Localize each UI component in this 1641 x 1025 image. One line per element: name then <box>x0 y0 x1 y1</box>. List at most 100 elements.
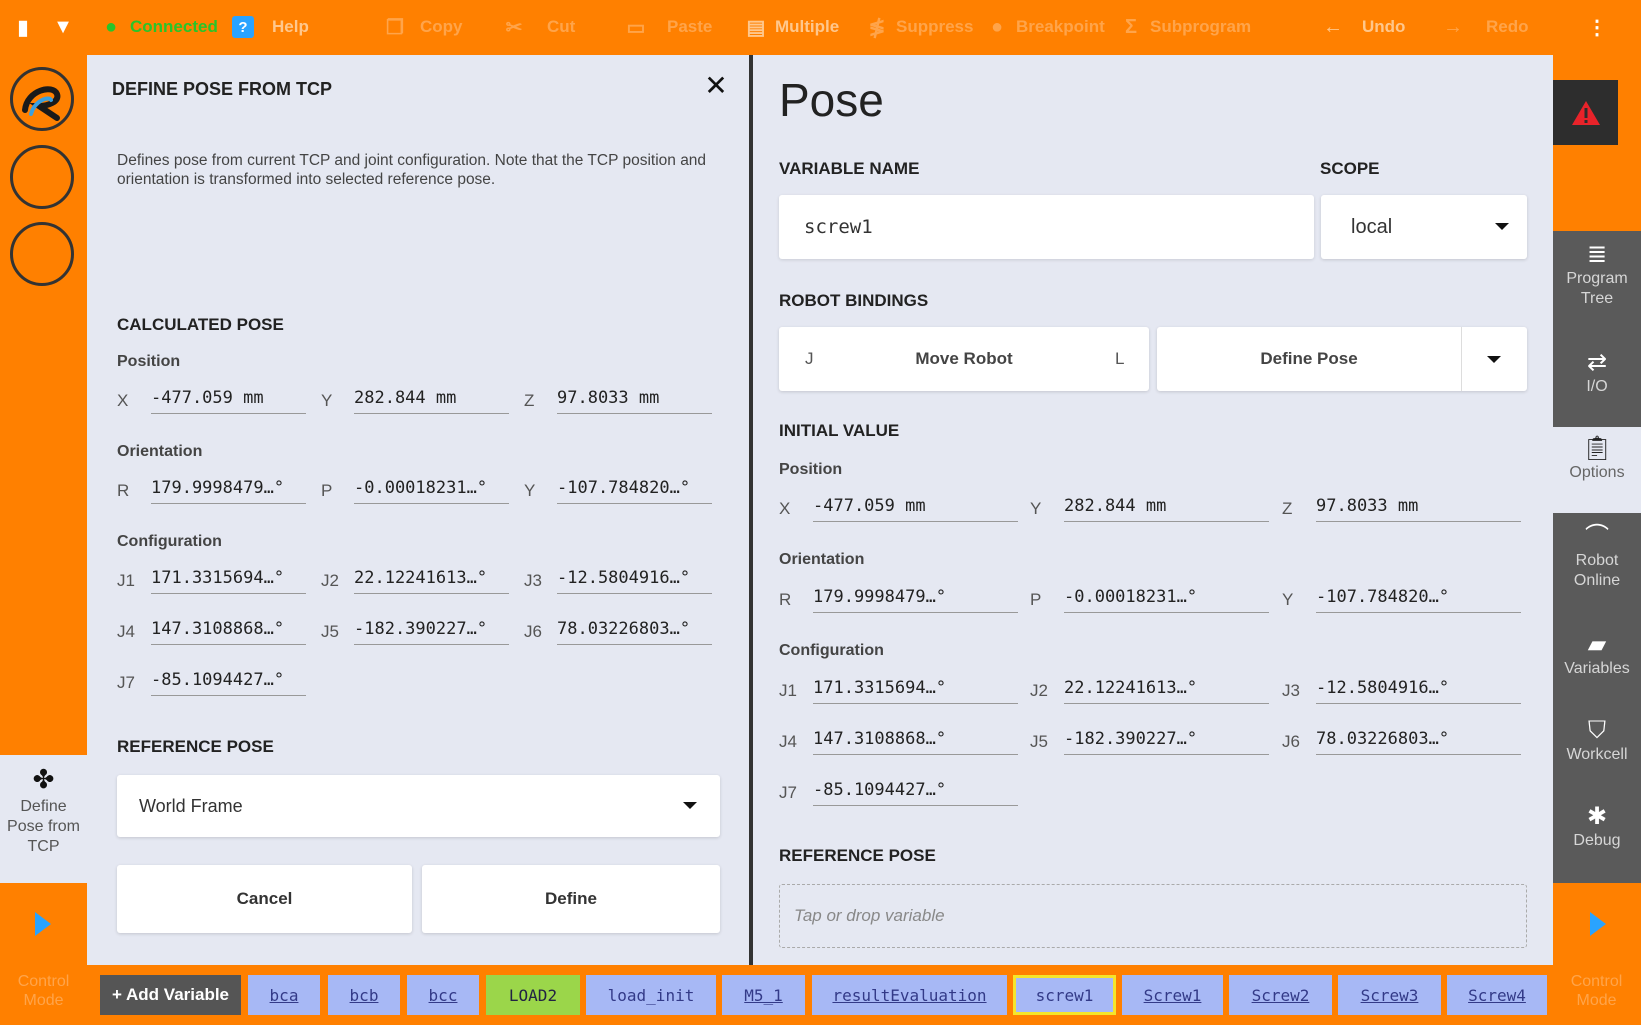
undo-button[interactable]: ← Undo <box>1322 14 1405 40</box>
play-icon-right[interactable] <box>1590 912 1606 936</box>
initial-x-field[interactable]: -477.059 mm <box>813 492 1018 522</box>
variable-chip[interactable]: Screw4 <box>1447 975 1547 1015</box>
help-icon: ? <box>232 16 254 38</box>
help-button[interactable]: ? Help <box>232 14 309 40</box>
control-mode-right[interactable]: Control Mode <box>1553 972 1640 1010</box>
play-icon-left[interactable] <box>35 912 51 936</box>
variable-name-input[interactable]: screw1 <box>779 195 1314 259</box>
variable-chip[interactable]: M5_1 <box>722 975 805 1015</box>
reference-pose-dropzone[interactable]: Tap or drop variable <box>779 884 1527 948</box>
initial-j6-field[interactable]: 78.03226803…° <box>1316 725 1521 755</box>
reference-pose-select[interactable]: World Frame <box>117 775 720 837</box>
position-z-field[interactable]: 97.8033 mm <box>557 384 712 414</box>
define-pose-button[interactable]: Define Pose <box>1157 349 1461 369</box>
orientation-y-field[interactable]: -107.784820…° <box>557 474 712 504</box>
clipboard-icon: ▭ <box>626 16 646 39</box>
initial-j2-field[interactable]: 22.12241613…° <box>1064 674 1269 704</box>
define-button[interactable]: Define <box>422 865 720 933</box>
cut-button[interactable]: ✂ Cut <box>503 14 576 40</box>
io-label: I/O <box>1586 378 1608 395</box>
cancel-button[interactable]: Cancel <box>117 865 412 933</box>
define-pose-from-tcp-nav[interactable]: ✤ Define Pose from TCP <box>0 755 87 883</box>
connection-status[interactable]: ● Connected <box>100 14 218 40</box>
move-robot-button[interactable]: J Move Robot L <box>779 327 1149 391</box>
nav-robot-online[interactable]: ⌒ Robot Online <box>1553 513 1641 623</box>
initial-z-field[interactable]: 97.8033 mm <box>1316 492 1521 522</box>
more-menu-icon[interactable]: ⋮ <box>1586 14 1608 40</box>
field-label: X <box>117 391 129 410</box>
nav-variables[interactable]: ▰ Variables <box>1553 623 1641 709</box>
initial-j3-field[interactable]: -12.5804916…° <box>1316 674 1521 704</box>
logo-icon[interactable] <box>10 67 74 131</box>
initial-y-field[interactable]: 282.844 mm <box>1064 492 1269 522</box>
multiple-label: Multiple <box>775 17 840 36</box>
subprogram-button[interactable]: Σ Subprogram <box>1120 14 1251 40</box>
field-label: Y <box>321 391 333 410</box>
warning-alert-button[interactable] <box>1553 80 1618 145</box>
add-variable-button[interactable]: + Add Variable <box>100 975 241 1015</box>
initial-j7-field[interactable]: -85.1094427…° <box>813 776 1018 806</box>
suppress-button[interactable]: ≸ Suppress <box>866 14 974 40</box>
field-label: J2 <box>1030 681 1048 700</box>
config-j5-field[interactable]: -182.390227…° <box>354 615 509 645</box>
configuration-heading: Configuration <box>779 642 884 659</box>
orientation-p-field[interactable]: -0.00018231…° <box>354 474 509 504</box>
variable-chip[interactable]: bcb <box>328 975 400 1015</box>
variable-chip[interactable]: Screw1 <box>1122 975 1223 1015</box>
orientation-r-field[interactable]: 179.9998479…° <box>151 474 306 504</box>
variable-chip[interactable]: load_init <box>586 975 716 1015</box>
define-pose-dialog: DEFINE POSE FROM TCP ✕ Defines pose from… <box>87 55 750 965</box>
field-label: P <box>321 481 333 500</box>
variable-chip[interactable]: LOAD2 <box>486 975 580 1015</box>
nav-workcell[interactable]: ⛉ Workcell <box>1553 709 1641 795</box>
variable-chip[interactable]: resultEvaluation <box>812 975 1007 1015</box>
config-j4-field[interactable]: 147.3108868…° <box>151 615 306 645</box>
position-y-field[interactable]: 282.844 mm <box>354 384 509 414</box>
robot-arm-icon: ⌒ <box>1585 523 1609 550</box>
close-icon[interactable]: ✕ <box>703 72 729 100</box>
variable-chip[interactable]: Screw2 <box>1229 975 1332 1015</box>
split-divider <box>1461 327 1462 391</box>
chevron-down-icon[interactable] <box>1487 356 1501 363</box>
config-j2-field[interactable]: 22.12241613…° <box>354 564 509 594</box>
circle-button-1[interactable] <box>10 145 74 209</box>
variable-chip[interactable]: bcc <box>407 975 479 1015</box>
define-pose-split-button: Define Pose <box>1157 327 1527 391</box>
breakpoint-button[interactable]: ● Breakpoint <box>986 14 1105 40</box>
nav-program-tree[interactable]: ≣ Program Tree <box>1553 231 1641 341</box>
position-heading: Position <box>779 461 843 478</box>
paste-button[interactable]: ▭ Paste <box>625 14 713 40</box>
multiple-button[interactable]: ▤ Multiple <box>745 14 840 40</box>
chevron-down-icon <box>1495 223 1509 230</box>
nav-debug[interactable]: ✱ Debug <box>1553 795 1641 883</box>
options-label: Options <box>1569 464 1625 481</box>
scope-value: local <box>1351 216 1393 238</box>
position-heading: Position <box>117 353 181 370</box>
variable-chip[interactable]: bca <box>248 975 320 1015</box>
orientation-heading: Orientation <box>779 551 865 568</box>
initial-r-field[interactable]: 179.9998479…° <box>813 583 1018 613</box>
control-mode-left[interactable]: Control Mode <box>0 972 87 1010</box>
initial-j4-field[interactable]: 147.3108868…° <box>813 725 1018 755</box>
initial-j1-field[interactable]: 171.3315694…° <box>813 674 1018 704</box>
position-x-field[interactable]: -477.059 mm <box>151 384 306 414</box>
scope-select[interactable]: local <box>1321 195 1527 259</box>
config-j3-field[interactable]: -12.5804916…° <box>557 564 712 594</box>
program-tree-label: Program Tree <box>1566 270 1628 307</box>
variable-chip[interactable]: Screw3 <box>1338 975 1441 1015</box>
circle-button-2[interactable] <box>10 222 74 286</box>
config-j6-field[interactable]: 78.03226803…° <box>557 615 712 645</box>
field-label: J6 <box>1282 732 1300 751</box>
config-j1-field[interactable]: 171.3315694…° <box>151 564 306 594</box>
initial-yaw-field[interactable]: -107.784820…° <box>1316 583 1521 613</box>
config-j7-field[interactable]: -85.1094427…° <box>151 666 306 696</box>
variable-chip-selected[interactable]: screw1 <box>1013 975 1116 1015</box>
initial-j5-field[interactable]: -182.390227…° <box>1064 725 1269 755</box>
initial-p-field[interactable]: -0.00018231…° <box>1064 583 1269 613</box>
nav-options[interactable]: 📋︎ Options <box>1553 427 1641 513</box>
redo-button[interactable]: → Redo <box>1442 14 1529 40</box>
nav-io[interactable]: ⇄ I/O <box>1553 341 1641 427</box>
field-label: J6 <box>524 622 542 641</box>
arrow-left-icon: ← <box>1323 15 1343 38</box>
copy-button[interactable]: ❐ Copy <box>384 14 462 40</box>
